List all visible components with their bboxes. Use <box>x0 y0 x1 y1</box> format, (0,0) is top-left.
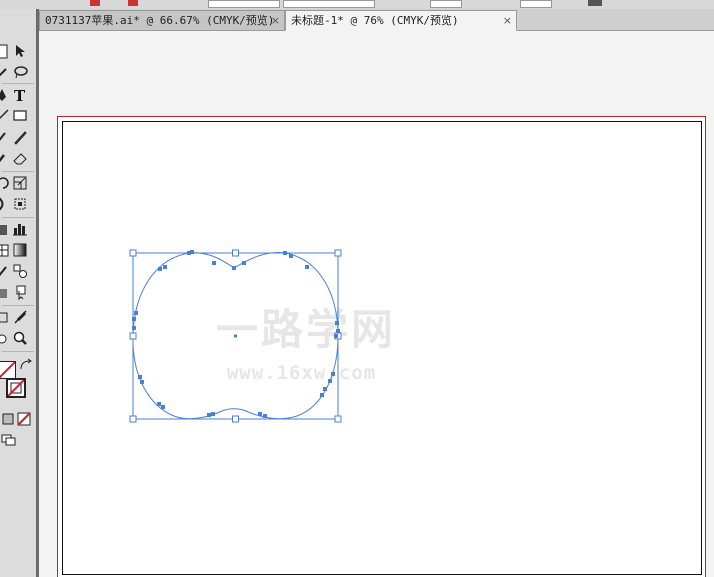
bounding-box-handle[interactable] <box>334 415 342 423</box>
anchor-point[interactable] <box>158 267 162 271</box>
gradient-tool-icon[interactable] <box>12 242 28 258</box>
stroke-weight-field[interactable] <box>208 0 280 8</box>
stroke-swatch-icon[interactable] <box>6 378 26 398</box>
anchor-point[interactable] <box>258 412 262 416</box>
tools-divider <box>2 171 34 172</box>
close-icon[interactable]: × <box>503 11 512 30</box>
anchor-point[interactable] <box>157 402 161 406</box>
stroke-swatch-icon[interactable] <box>128 0 138 6</box>
symbol-sprayer-tool-icon[interactable] <box>0 221 10 237</box>
anchor-point[interactable] <box>207 413 211 417</box>
document-tab-bar: 0731137苹果.ai* @ 66.67% (CMYK/预览) × 未标题-1… <box>39 9 714 31</box>
anchor-point[interactable] <box>132 326 136 330</box>
type-tool-icon[interactable]: T <box>12 87 28 103</box>
fill-swatch-icon[interactable] <box>90 0 100 6</box>
anchor-point[interactable] <box>140 380 144 384</box>
mesh-tool-icon[interactable] <box>0 242 10 258</box>
anchor-point[interactable] <box>212 261 216 265</box>
hand-tool-icon[interactable] <box>0 330 10 346</box>
eraser-tool-icon[interactable] <box>12 150 28 166</box>
rotate-tool-icon[interactable] <box>0 175 10 191</box>
anchor-point[interactable] <box>283 251 287 255</box>
bounding-box-handle[interactable] <box>129 415 137 423</box>
blob-brush-tool-icon[interactable] <box>0 150 10 166</box>
selection-tool-icon[interactable] <box>0 43 10 59</box>
pencil-tool-icon[interactable] <box>12 129 28 145</box>
swap-fill-stroke-icon[interactable] <box>18 357 34 373</box>
anchor-point[interactable] <box>132 317 136 321</box>
bounding-box-handle[interactable] <box>232 249 239 257</box>
live-paint-selection-tool-icon[interactable] <box>12 284 28 300</box>
live-paint-bucket-tool-icon[interactable] <box>0 284 10 300</box>
anchor-point[interactable] <box>323 387 327 391</box>
anchor-point[interactable] <box>289 254 293 258</box>
tools-panel: T <box>0 9 37 577</box>
blend-tool-icon[interactable] <box>12 263 28 279</box>
bounding-box-handle[interactable] <box>334 249 342 257</box>
anchor-point[interactable] <box>232 266 236 270</box>
document-tab-active[interactable]: 未标题-1* @ 76% (CMYK/预览) × <box>285 10 517 31</box>
anchor-point[interactable] <box>336 329 340 333</box>
bounding-box-handle[interactable] <box>129 249 137 257</box>
scale-tool-icon[interactable] <box>12 175 28 191</box>
anchor-point[interactable] <box>331 372 335 376</box>
artboard-tool-icon[interactable] <box>0 309 10 325</box>
line-segment-tool-icon[interactable] <box>0 108 10 124</box>
free-transform-tool-icon[interactable] <box>12 196 28 212</box>
column-graph-tool-icon[interactable] <box>12 221 28 237</box>
document-tab[interactable]: 0731137苹果.ai* @ 66.67% (CMYK/预览) × <box>39 10 285 30</box>
anchor-point[interactable] <box>263 414 267 418</box>
brush-definition-field[interactable] <box>283 0 375 8</box>
none-mode-icon[interactable] <box>16 411 32 427</box>
anchor-point[interactable] <box>334 334 338 338</box>
eyedropper-tool-icon[interactable] <box>0 263 10 279</box>
anchor-point[interactable] <box>138 375 142 379</box>
warp-tool-icon[interactable] <box>0 196 10 212</box>
direct-selection-tool-icon[interactable] <box>12 43 28 59</box>
anchor-point[interactable] <box>163 265 167 269</box>
lasso-tool-icon[interactable] <box>12 64 28 80</box>
svg-text:T: T <box>14 87 26 103</box>
screen-mode-icon[interactable] <box>0 431 16 447</box>
tools-divider <box>2 217 34 218</box>
anchor-point[interactable] <box>211 412 215 416</box>
artwork-layer <box>129 249 342 423</box>
bounding-box-handle[interactable] <box>129 332 137 340</box>
tab-label: 未标题-1* @ 76% (CMYK/预览) <box>291 14 459 27</box>
tab-label: 0731137苹果.ai* @ 66.67% (CMYK/预览) <box>45 14 275 27</box>
slice-tool-icon[interactable] <box>12 309 28 325</box>
rectangle-tool-icon[interactable] <box>12 108 28 124</box>
anchor-point[interactable] <box>328 379 332 383</box>
zoom-tool-icon[interactable] <box>12 330 28 346</box>
tools-divider <box>2 305 34 306</box>
tools-divider <box>2 351 34 352</box>
pen-tool-icon[interactable] <box>0 87 10 103</box>
tools-divider <box>2 83 34 84</box>
anchor-point[interactable] <box>320 393 324 397</box>
paintbrush-tool-icon[interactable] <box>0 129 10 145</box>
document-setup-icon[interactable] <box>588 0 602 6</box>
anchor-point[interactable] <box>190 250 194 254</box>
anchor-point[interactable] <box>335 321 339 325</box>
close-icon[interactable]: × <box>271 11 280 30</box>
opacity-field[interactable] <box>430 0 462 8</box>
color-mode-icon[interactable] <box>0 411 16 427</box>
anchor-point[interactable] <box>305 265 309 269</box>
bounding-box-handle[interactable] <box>232 415 239 423</box>
fill-swatch-icon[interactable] <box>0 361 16 379</box>
anchor-point[interactable] <box>161 405 165 409</box>
style-field[interactable] <box>520 0 552 8</box>
anchor-point[interactable] <box>242 261 246 265</box>
document-canvas[interactable]: 一路学网 www.16xw.com <box>39 31 714 577</box>
center-point <box>234 334 237 338</box>
magic-wand-tool-icon[interactable] <box>0 64 10 80</box>
anchor-point[interactable] <box>134 311 138 315</box>
